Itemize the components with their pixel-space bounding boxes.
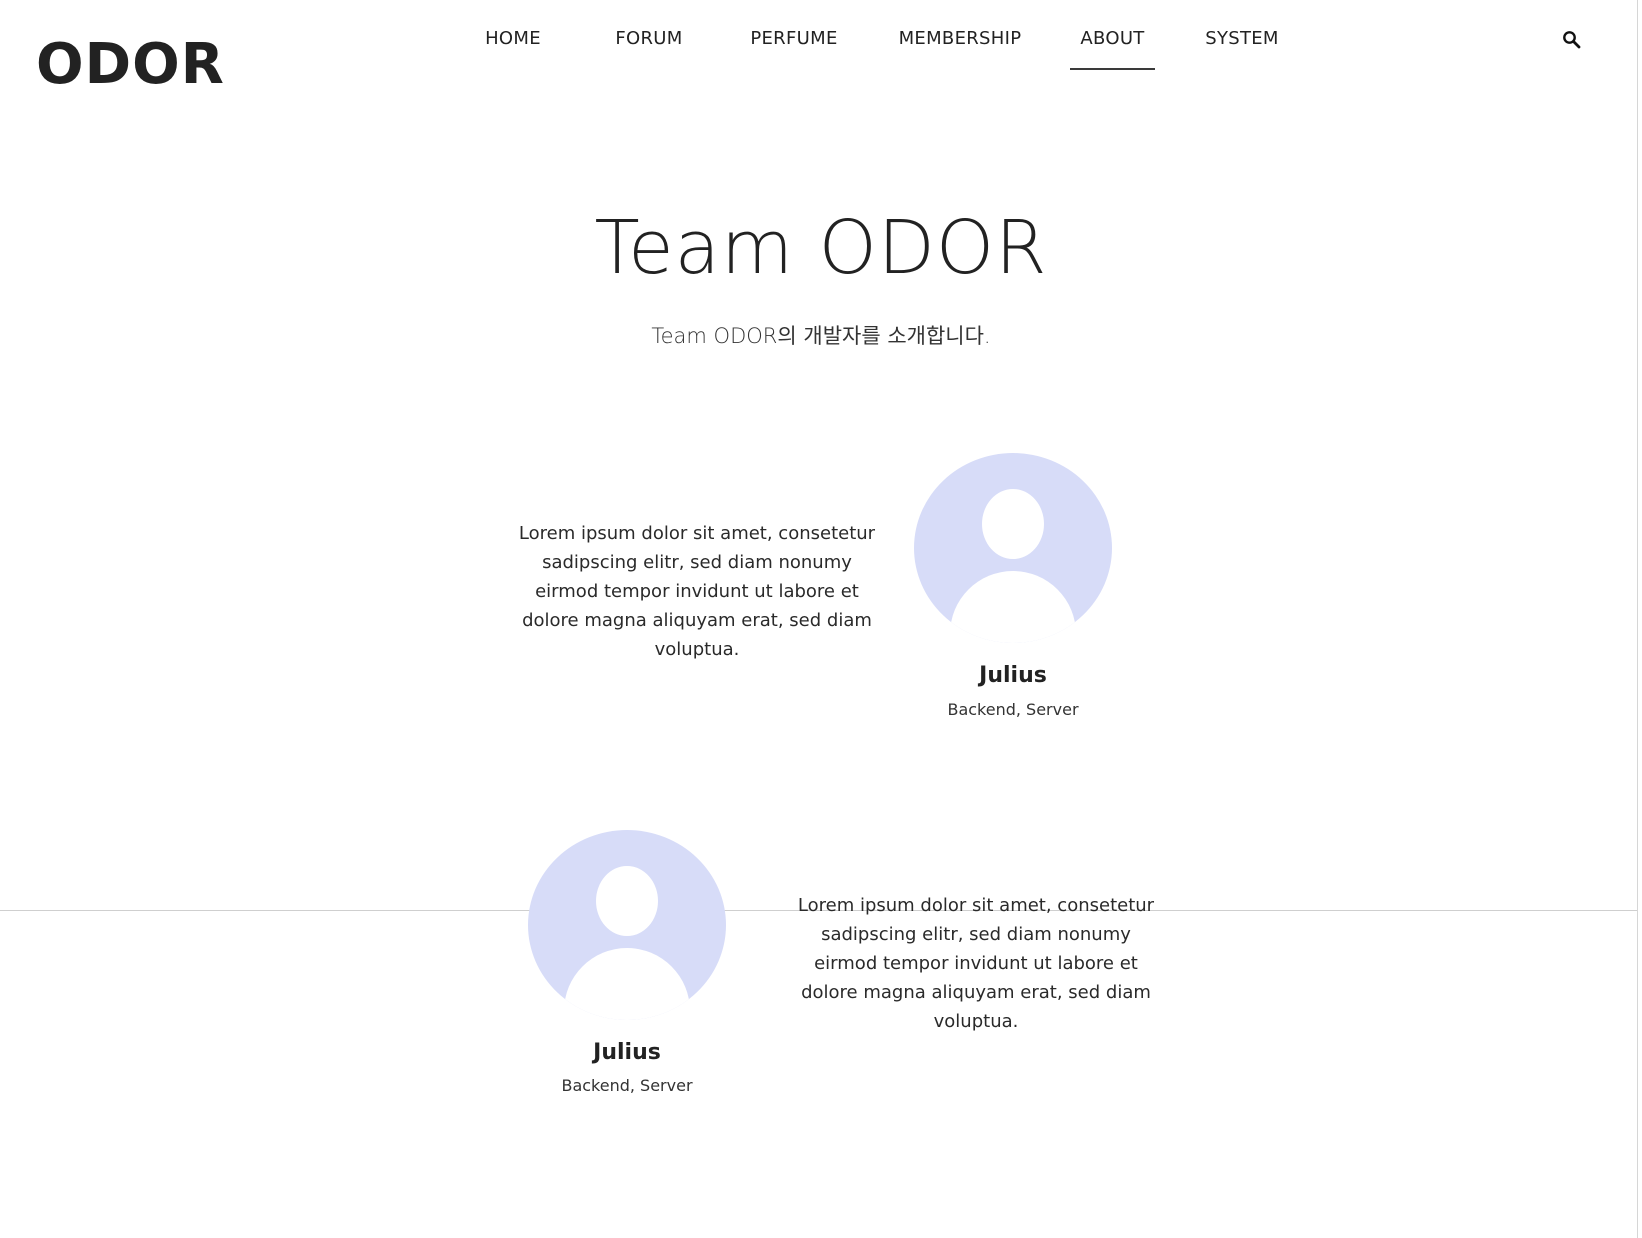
avatar-head-shape: [596, 866, 658, 936]
nav-item-perfume[interactable]: PERFUME: [744, 24, 844, 68]
member-description: Lorem ipsum dolor sit amet, consetetur s…: [518, 523, 876, 660]
nav-item-forum[interactable]: FORUM: [608, 24, 690, 68]
member-name: Julius: [979, 663, 1047, 688]
member-role: Backend, Server: [561, 1076, 693, 1095]
user-avatar-icon: [528, 830, 726, 1020]
search-icon: [1563, 31, 1581, 49]
page-edge-divider: [1637, 0, 1638, 1238]
member-name: Julius: [593, 1040, 661, 1065]
nav-item-home[interactable]: HOME: [474, 24, 552, 68]
nav-item-about[interactable]: ABOUT: [1070, 24, 1155, 70]
avatar-body-shape: [564, 948, 690, 1020]
search-button[interactable]: [1560, 28, 1584, 52]
nav-item-system[interactable]: SYSTEM: [1198, 24, 1286, 68]
avatar-body-shape: [950, 571, 1076, 643]
member-role: Backend, Server: [947, 700, 1079, 719]
avatar-head-shape: [982, 489, 1044, 559]
user-avatar-icon: [914, 453, 1112, 643]
member-description: Lorem ipsum dolor sit amet, consetetur s…: [797, 895, 1155, 1032]
site-logo[interactable]: ODOR: [36, 34, 225, 96]
page-subtitle: Team ODOR의 개발자를 소개합니다.: [651, 324, 991, 348]
nav-item-membership[interactable]: MEMBERSHIP: [890, 24, 1030, 68]
page-title: Team ODOR: [594, 205, 1048, 291]
